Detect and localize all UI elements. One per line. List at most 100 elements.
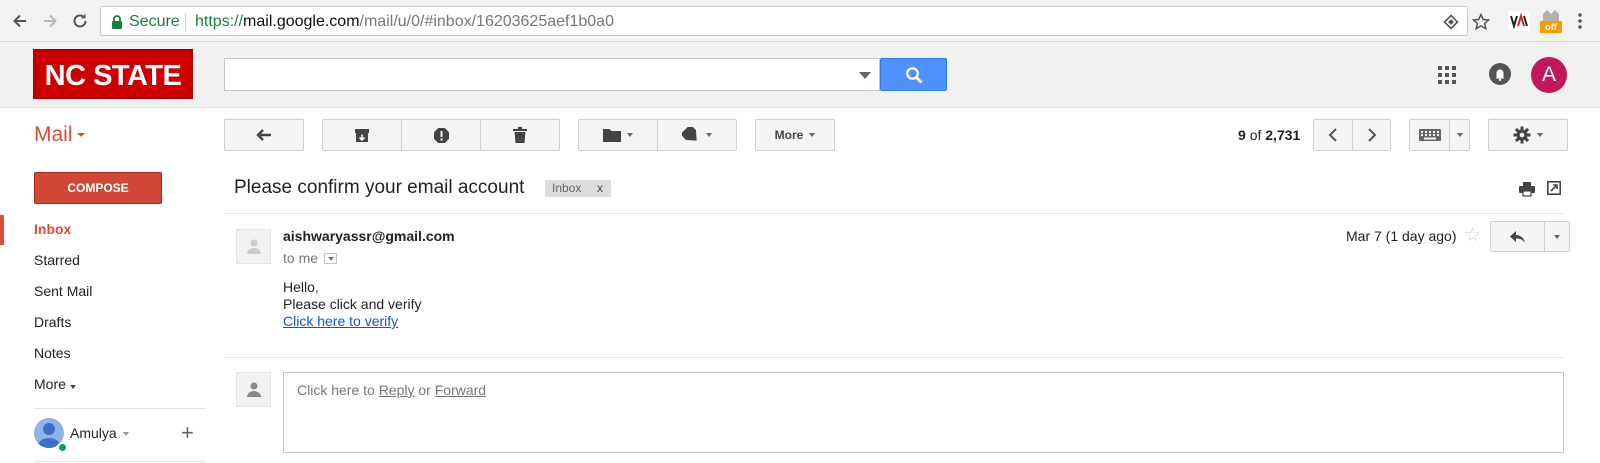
chevron-right-icon xyxy=(1367,128,1376,142)
hangouts-user-name[interactable]: Amulya xyxy=(70,425,117,441)
person-placeholder-icon xyxy=(246,239,261,254)
search-options-caret-icon[interactable] xyxy=(859,72,871,79)
reply-prompt: Click here to Reply or Forward xyxy=(297,382,486,398)
chevron-down-icon xyxy=(627,133,633,137)
address-bar[interactable]: Secure https://mail.google.com/mail/u/0/… xyxy=(100,6,1491,36)
lock-icon xyxy=(111,15,123,29)
chevron-down-icon xyxy=(1537,133,1543,137)
reply-button[interactable] xyxy=(1491,222,1545,251)
more-label: More xyxy=(774,128,804,142)
more-actions-button[interactable]: More xyxy=(755,119,835,151)
sender-avatar xyxy=(236,229,271,264)
settings-button[interactable] xyxy=(1488,119,1568,151)
pager-group xyxy=(1313,119,1391,151)
organize-group xyxy=(578,119,737,151)
back-arrow-icon[interactable] xyxy=(10,11,30,31)
star-icon[interactable]: ☆ xyxy=(1464,226,1481,246)
keyboard-icon xyxy=(1418,129,1441,141)
spam-icon xyxy=(433,127,449,143)
message-actions-group xyxy=(322,119,560,151)
report-spam-button[interactable] xyxy=(402,120,481,150)
archive-button[interactable] xyxy=(323,120,402,150)
chevron-down-icon xyxy=(76,133,85,138)
archive-icon xyxy=(355,128,369,142)
notifications-bell-icon[interactable] xyxy=(1489,63,1511,85)
chevron-down-icon xyxy=(706,133,712,137)
sidebar-bottom-divider xyxy=(34,461,206,462)
message-body-line: Please click and verify xyxy=(283,296,422,312)
chevron-down-icon[interactable] xyxy=(123,432,129,436)
add-contact-plus-icon[interactable]: + xyxy=(181,422,194,444)
extension-off-icon[interactable]: off xyxy=(1540,9,1562,35)
verify-link[interactable]: Click here to verify xyxy=(283,313,398,329)
quick-reply-box[interactable]: Click here to Reply or Forward xyxy=(283,372,1564,453)
extension-off-badge: off xyxy=(1540,21,1562,33)
newer-button[interactable] xyxy=(1314,120,1353,150)
count-of: of xyxy=(1249,127,1262,143)
mail-switcher[interactable]: Mail xyxy=(34,123,85,147)
sidebar-item-drafts[interactable]: Drafts xyxy=(34,314,71,330)
selected-indicator xyxy=(0,215,4,245)
gmail-header: NC STATE A xyxy=(0,42,1600,108)
mail-label: Mail xyxy=(34,123,73,146)
input-tools-group xyxy=(1409,119,1470,151)
extension-diamond-icon[interactable] xyxy=(1443,14,1459,30)
my-avatar xyxy=(236,372,271,407)
url-host: mail.google.com xyxy=(243,13,360,30)
open-new-window-icon[interactable] xyxy=(1547,181,1561,195)
move-to-button[interactable] xyxy=(579,120,658,150)
print-icon[interactable] xyxy=(1519,181,1535,197)
message-divider xyxy=(224,357,1564,358)
verify-link-text[interactable]: Click here to verify xyxy=(283,313,398,329)
labels-button[interactable] xyxy=(658,120,736,150)
search-input[interactable] xyxy=(224,58,880,91)
label-tag-icon xyxy=(682,127,697,141)
search-button[interactable] xyxy=(880,58,947,91)
inbox-label-chip[interactable]: Inbox x xyxy=(545,180,611,197)
gear-icon xyxy=(1513,126,1531,144)
sidebar-item-notes[interactable]: Notes xyxy=(34,345,71,361)
input-tools-button[interactable] xyxy=(1410,120,1450,150)
reload-icon[interactable] xyxy=(70,11,90,31)
sidebar-item-sent-mail[interactable]: Sent Mail xyxy=(34,283,92,299)
older-button[interactable] xyxy=(1353,120,1390,150)
forward-arrow-icon[interactable] xyxy=(40,11,60,31)
message-count: 9 of 2,731 xyxy=(1238,127,1300,143)
chevron-down-icon xyxy=(1554,234,1560,239)
chevron-left-icon xyxy=(1328,128,1337,142)
sidebar-item-more[interactable]: More xyxy=(34,376,76,392)
reply-link[interactable]: Reply xyxy=(379,382,415,398)
account-avatar[interactable]: A xyxy=(1531,57,1567,93)
apps-grid-icon[interactable] xyxy=(1438,66,1456,84)
label-chip-text: Inbox xyxy=(552,181,582,195)
bookmark-star-icon[interactable] xyxy=(1471,12,1491,32)
compose-button[interactable]: COMPOSE xyxy=(34,172,162,204)
person-placeholder-icon xyxy=(246,382,261,397)
reply-arrow-icon xyxy=(1509,230,1525,243)
url-text[interactable]: https://mail.google.com/mail/u/0/#inbox/… xyxy=(195,13,614,31)
more-reply-options-button[interactable] xyxy=(1545,222,1569,251)
nc-state-logo[interactable]: NC STATE xyxy=(33,49,193,99)
omnibox-separator xyxy=(185,13,186,31)
search-icon xyxy=(881,66,946,84)
reply-button-group xyxy=(1490,221,1570,252)
message-date: Mar 7 (1 day ago) xyxy=(1346,228,1457,244)
chrome-menu-icon[interactable] xyxy=(1577,11,1583,31)
sidebar-item-starred[interactable]: Starred xyxy=(34,252,80,268)
url-path: /mail/u/0/#inbox/16203625aef1b0a0 xyxy=(359,13,614,30)
label-remove-button[interactable]: x xyxy=(597,181,603,195)
chevron-down-icon xyxy=(69,385,76,389)
trash-icon xyxy=(513,127,527,143)
delete-button[interactable] xyxy=(481,120,559,150)
sidebar-item-label: More xyxy=(34,376,66,392)
sender-email[interactable]: aishwaryassr@gmail.com xyxy=(283,228,455,244)
back-to-inbox-button[interactable] xyxy=(224,119,304,151)
extension-va-icon[interactable] xyxy=(1508,11,1530,31)
forward-link[interactable]: Forward xyxy=(435,382,486,398)
sidebar-item-inbox[interactable]: Inbox xyxy=(34,221,71,237)
chevron-down-icon xyxy=(328,257,334,261)
browser-toolbar: Secure https://mail.google.com/mail/u/0/… xyxy=(0,0,1600,42)
show-details-dropdown[interactable] xyxy=(324,253,337,264)
folder-icon xyxy=(603,129,621,142)
input-tools-dropdown[interactable] xyxy=(1450,120,1469,150)
